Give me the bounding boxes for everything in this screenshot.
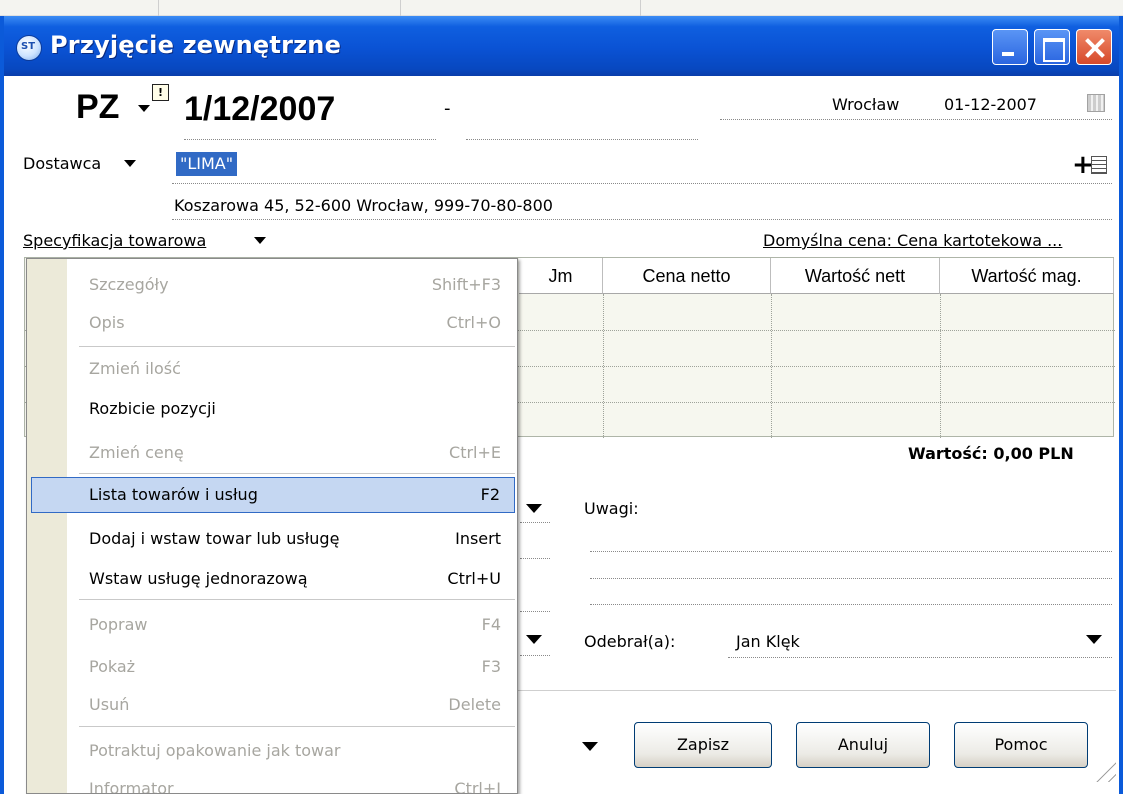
menu-item-label: Dodaj i wstaw towar lub usługę <box>89 529 340 548</box>
chevron-down-icon[interactable] <box>254 237 266 244</box>
context-menu: Szczegóły Shift+F3 Opis Ctrl+O Zmień ilo… <box>26 258 518 794</box>
grid-line <box>603 294 604 438</box>
menu-item-add-insert-product[interactable]: Dodaj i wstaw towar lub usługę Insert <box>31 521 515 557</box>
menu-item-details[interactable]: Szczegóły Shift+F3 <box>31 267 515 303</box>
menu-item-shortcut: F2 <box>480 485 500 504</box>
city-field[interactable]: Wrocław <box>832 95 899 114</box>
menu-item-informator[interactable]: Informator Ctrl+I <box>31 771 515 794</box>
save-button[interactable]: Zapisz <box>634 722 772 768</box>
spec-menu-label[interactable]: Specyfikacja towarowa <box>23 231 206 250</box>
menu-item-shortcut: Insert <box>455 529 501 548</box>
notes-line[interactable] <box>590 551 1112 552</box>
help-button[interactable]: Pomoc <box>954 722 1088 768</box>
divider <box>520 611 550 612</box>
menu-item-shortcut: Ctrl+U <box>447 569 501 588</box>
menu-item-delete[interactable]: Usuń Delete <box>31 687 515 723</box>
column-header-net-price[interactable]: Cena netto <box>603 258 771 294</box>
chevron-down-icon[interactable] <box>138 105 150 112</box>
menu-item-show[interactable]: Pokaż F3 <box>31 649 515 685</box>
notes-line[interactable] <box>590 604 1112 605</box>
chevron-down-icon[interactable] <box>526 504 542 513</box>
menu-item-change-quantity[interactable]: Zmień ilość <box>31 351 515 387</box>
chevron-down-icon[interactable] <box>582 742 598 751</box>
divider <box>518 690 1116 691</box>
menu-item-shortcut: Ctrl+O <box>446 313 501 332</box>
menu-item-label: Popraw <box>89 615 148 634</box>
menu-item-label: Informator <box>89 779 174 794</box>
receiver-label: Odebrał(a): <box>584 632 676 651</box>
menu-item-label: Opis <box>89 313 125 332</box>
document-number: 1/12/2007 <box>184 90 336 128</box>
menu-separator <box>79 599 515 600</box>
date-field[interactable]: 01-12-2007 <box>944 95 1037 114</box>
menu-item-products-list[interactable]: Lista towarów i usług F2 <box>31 477 515 513</box>
menu-item-shortcut: F3 <box>481 657 501 676</box>
grid-line <box>940 294 941 438</box>
menu-item-shortcut: Ctrl+I <box>454 779 501 794</box>
divider <box>172 219 1112 220</box>
divider <box>184 139 436 140</box>
divider <box>720 119 1112 120</box>
menu-item-shortcut: Ctrl+E <box>449 443 501 462</box>
menu-item-label: Pokaż <box>89 657 136 676</box>
menu-item-label: Zmień ilość <box>89 359 181 378</box>
menu-item-label: Wstaw usługę jednorazową <box>89 569 308 588</box>
notes-line[interactable] <box>590 578 1112 579</box>
menu-separator <box>79 726 515 727</box>
menu-item-description[interactable]: Opis Ctrl+O <box>31 305 515 341</box>
menu-item-label: Szczegóły <box>89 275 169 294</box>
menu-item-shortcut: F4 <box>481 615 501 634</box>
receiver-field[interactable]: Jan Klęk <box>736 632 800 651</box>
chevron-down-icon[interactable] <box>124 160 136 167</box>
menu-item-edit[interactable]: Popraw F4 <box>31 607 515 643</box>
menu-item-label: Rozbicie pozycji <box>89 399 216 418</box>
minimize-button[interactable] <box>992 29 1028 65</box>
info-icon[interactable]: ! <box>152 84 169 101</box>
menu-item-split-position[interactable]: Rozbicie pozycji <box>31 391 515 427</box>
menu-item-shortcut: Shift+F3 <box>431 275 501 294</box>
divider <box>466 139 698 140</box>
divider <box>520 522 550 523</box>
close-button[interactable] <box>1076 29 1112 65</box>
column-header-net-value[interactable]: Wartość nett <box>771 258 940 294</box>
title-bar[interactable]: Przyjęcie zewnętrzne <box>4 16 1119 76</box>
supplier-field[interactable]: "LIMA" <box>176 152 238 176</box>
supplier-label[interactable]: Dostawca <box>23 154 101 173</box>
default-price-link[interactable]: Domyślna cena: Cena kartotekowa ... <box>763 231 1062 250</box>
menu-item-label: Lista towarów i usług <box>89 485 258 504</box>
chevron-down-icon[interactable] <box>526 635 542 644</box>
menu-item-change-price[interactable]: Zmień cenę Ctrl+E <box>31 435 515 471</box>
list-icon[interactable] <box>1091 156 1107 174</box>
menu-item-packaging-as-product[interactable]: Potraktuj opakowanie jak towar <box>31 733 515 769</box>
grid-line <box>771 294 772 438</box>
calendar-icon[interactable] <box>1087 94 1105 112</box>
column-header-stock-value[interactable]: Wartość mag. <box>940 258 1114 294</box>
maximize-button[interactable] <box>1034 29 1070 65</box>
menu-item-label: Usuń <box>89 695 130 714</box>
chevron-down-icon[interactable] <box>1086 635 1102 644</box>
menu-item-shortcut: Delete <box>448 695 501 714</box>
menu-separator <box>79 473 515 474</box>
app-icon <box>16 35 42 61</box>
menu-item-label: Potraktuj opakowanie jak towar <box>89 741 341 760</box>
doc-type-selector[interactable]: PZ <box>76 88 119 127</box>
menu-item-label: Zmień cenę <box>89 443 184 462</box>
total-value: Wartość: 0,00 PLN <box>908 444 1074 463</box>
divider <box>520 558 550 559</box>
notes-label: Uwagi: <box>584 499 639 518</box>
supplier-address: Koszarowa 45, 52-600 Wrocław, 999-70-80-… <box>174 196 553 215</box>
column-header-jm[interactable]: Jm <box>519 258 603 294</box>
divider <box>520 655 550 656</box>
menu-item-insert-one-time-service[interactable]: Wstaw usługę jednorazową Ctrl+U <box>31 561 515 597</box>
divider <box>728 657 1112 658</box>
menu-separator <box>79 346 515 347</box>
window-title: Przyjęcie zewnętrzne <box>50 31 342 59</box>
doc-number-suffix: - <box>444 98 451 119</box>
background-strip <box>0 0 1123 16</box>
cancel-button[interactable]: Anuluj <box>796 722 930 768</box>
divider <box>172 183 1112 184</box>
